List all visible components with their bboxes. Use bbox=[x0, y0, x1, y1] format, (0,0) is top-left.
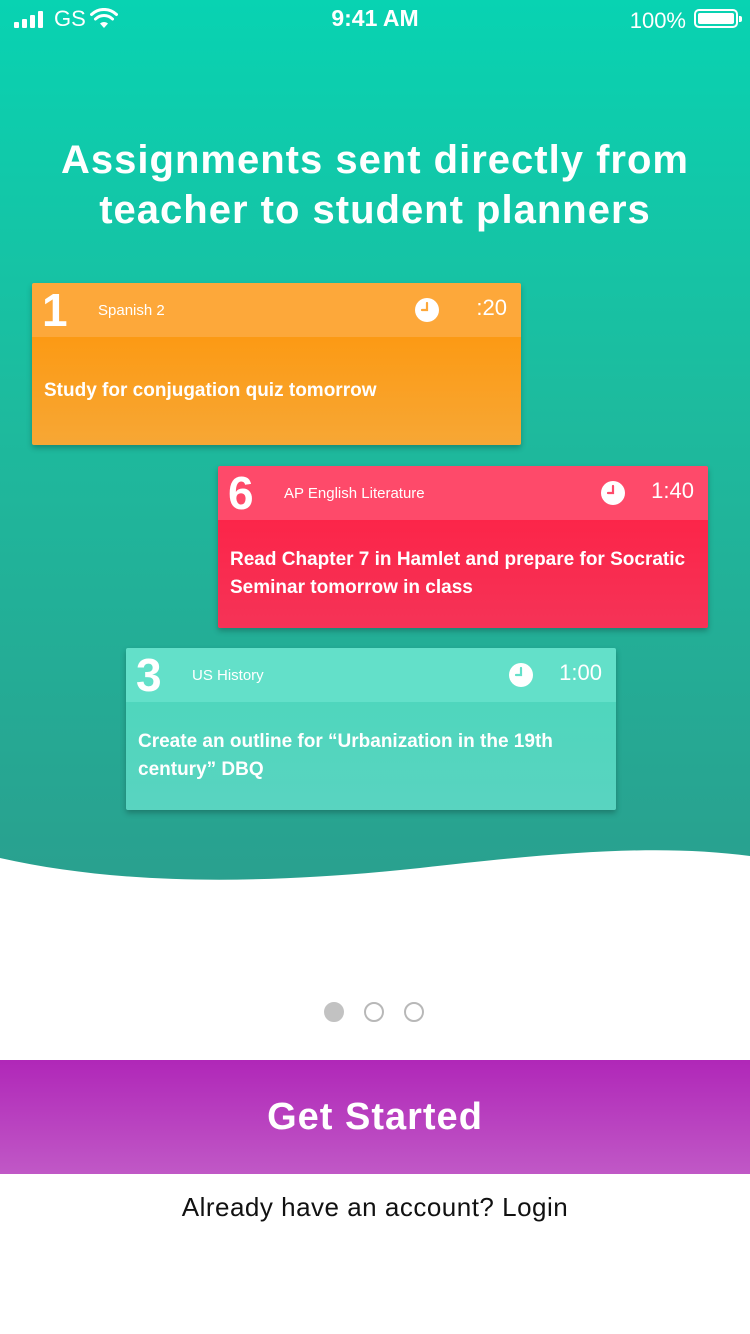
status-bar: GS 9:41 AM 100% bbox=[0, 0, 750, 40]
assignment-card: 3 US History 1:00 Create an outline for … bbox=[126, 648, 616, 810]
assignment-card: 1 Spanish 2 :20 Study for conjugation qu… bbox=[32, 283, 521, 445]
page-dot-3[interactable] bbox=[404, 1002, 424, 1022]
card-body: Read Chapter 7 in Hamlet and prepare for… bbox=[218, 520, 708, 628]
card-header: 6 AP English Literature 1:40 bbox=[218, 466, 708, 520]
card-body: Create an outline for “Urbanization in t… bbox=[126, 702, 616, 810]
task-description: Study for conjugation quiz tomorrow bbox=[44, 380, 377, 401]
card-header: 1 Spanish 2 :20 bbox=[32, 283, 521, 337]
onboarding-headline: Assignments sent directly from teacher t… bbox=[61, 138, 689, 232]
assignment-card: 6 AP English Literature 1:40 Read Chapte… bbox=[218, 466, 708, 628]
subject-label: Spanish 2 bbox=[98, 302, 165, 319]
subject-label: US History bbox=[192, 667, 264, 684]
duration-label: 1:40 bbox=[651, 478, 694, 503]
period-number: 1 bbox=[42, 284, 68, 336]
hero-wave bbox=[0, 850, 750, 910]
clock-icon bbox=[509, 663, 533, 687]
login-prompt-text: Already have an account? bbox=[181, 1192, 495, 1222]
page-dot-1[interactable] bbox=[324, 1002, 344, 1022]
card-header: 3 US History 1:00 bbox=[126, 648, 616, 702]
clock-icon bbox=[415, 298, 439, 322]
login-link[interactable]: Login bbox=[502, 1192, 568, 1222]
period-number: 6 bbox=[228, 467, 254, 519]
page-indicator bbox=[324, 1002, 424, 1022]
period-number: 3 bbox=[136, 649, 162, 701]
get-started-button[interactable]: Get Started bbox=[0, 1060, 750, 1174]
clock-icon bbox=[601, 481, 625, 505]
login-prompt: Already have an account? Login bbox=[0, 1192, 750, 1223]
battery-icon bbox=[694, 9, 742, 28]
duration-label: 1:00 bbox=[559, 660, 602, 685]
card-body: Study for conjugation quiz tomorrow bbox=[32, 337, 521, 445]
page-dot-2[interactable] bbox=[364, 1002, 384, 1022]
task-description: Read Chapter 7 in Hamlet and prepare for… bbox=[230, 549, 686, 598]
task-description: Create an outline for “Urbanization in t… bbox=[138, 731, 553, 780]
subject-label: AP English Literature bbox=[284, 485, 425, 502]
battery-percent: 100% bbox=[629, 8, 686, 33]
duration-label: :20 bbox=[476, 295, 507, 320]
